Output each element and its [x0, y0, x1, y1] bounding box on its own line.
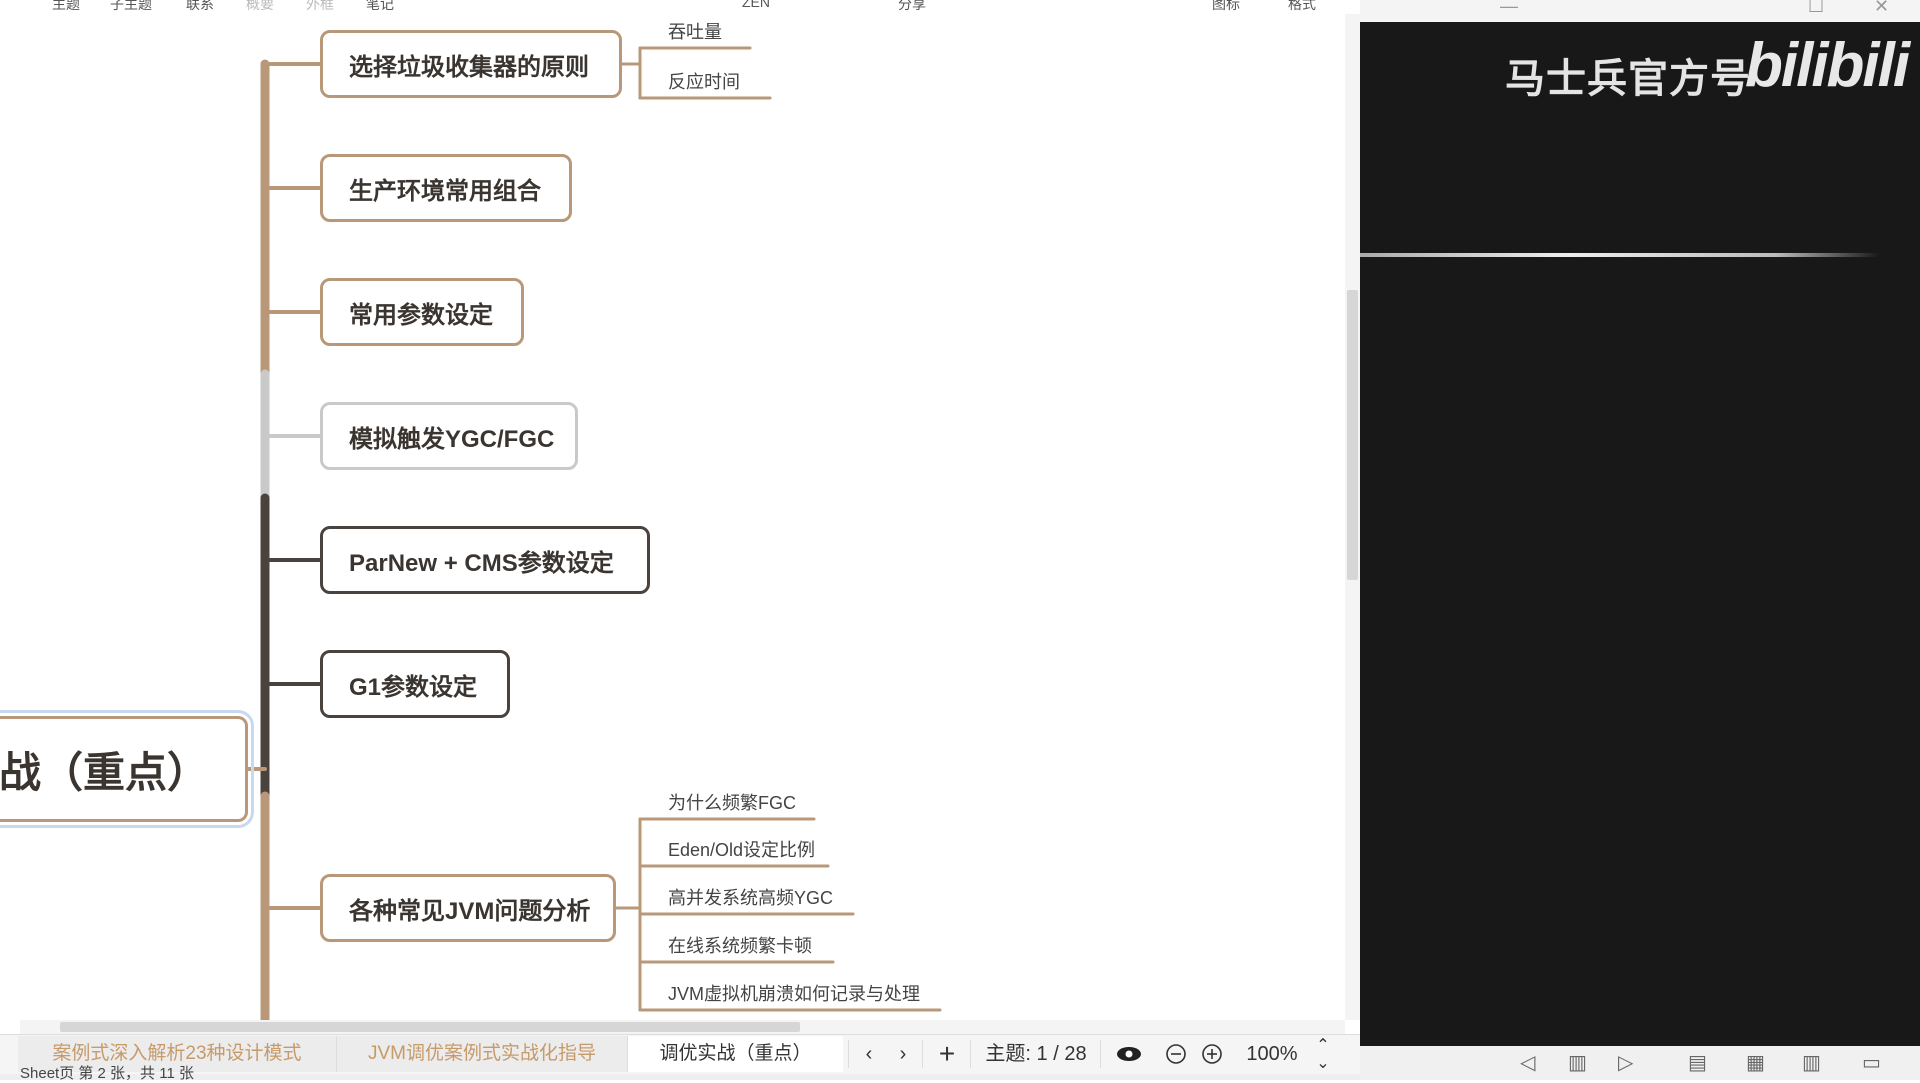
- chevron-left-icon[interactable]: ‹: [856, 1036, 882, 1072]
- page-view-icon[interactable]: ▤: [1688, 1050, 1707, 1075]
- maximize-icon[interactable]: ☐: [1808, 0, 1824, 17]
- subtopic-node[interactable]: 在线系统频繁卡顿: [668, 932, 812, 958]
- vertical-scroll-thumb[interactable]: [1347, 290, 1358, 580]
- subtopic-node[interactable]: 高并发系统高频YGC: [668, 884, 833, 910]
- prev-page-icon[interactable]: ◁: [1520, 1050, 1535, 1075]
- status-bar: [0, 1074, 1360, 1080]
- close-icon[interactable]: ✕: [1874, 0, 1889, 17]
- toolbar-item: 概要: [246, 0, 274, 12]
- toolbar-item[interactable]: ZEN: [742, 0, 770, 10]
- zoom-out-icon[interactable]: [1162, 1036, 1190, 1072]
- subtopic-node[interactable]: Eden/Old设定比例: [668, 836, 815, 862]
- toolbar-item[interactable]: 联系: [186, 0, 214, 14]
- eye-icon[interactable]: [1112, 1036, 1146, 1072]
- toolbar-item[interactable]: 笔记: [366, 0, 394, 14]
- toolbar-item[interactable]: 格式: [1288, 0, 1316, 14]
- subtopic-node[interactable]: 为什么频繁FGC: [668, 789, 796, 815]
- toolbar-item[interactable]: 图标: [1212, 0, 1240, 14]
- video-bottom-toolbar: [1360, 1046, 1920, 1080]
- zoom-level[interactable]: 100%: [1236, 1036, 1308, 1072]
- mindmap-canvas[interactable]: 战（重点） 选择垃圾收集器的原则 吞吐量反应时间生产环境常用组合 常用参数设定 模拟触…: [0, 14, 1345, 1020]
- next-page-icon[interactable]: ▷: [1618, 1050, 1633, 1075]
- toolbar: 主题 子主题 联系 概要 外框 笔记 ZEN 分享 图标 格式: [0, 0, 1360, 14]
- topic-node[interactable]: 各种常见JVM问题分析: [320, 874, 616, 942]
- mindmap-connectors: [246, 46, 942, 1020]
- toolbar-item: 外框: [306, 0, 334, 12]
- notebook-icon[interactable]: ▥: [1568, 1050, 1587, 1075]
- central-topic[interactable]: 战（重点）: [0, 710, 254, 828]
- topic-node[interactable]: G1参数设定: [320, 650, 510, 718]
- sheet-tab-active[interactable]: 调优实战（重点）: [628, 1036, 843, 1072]
- sheet-tab-2[interactable]: JVM调优案例式实战化指导: [337, 1036, 628, 1072]
- subtopic-node[interactable]: 吞吐量: [668, 18, 722, 44]
- reading-view-icon[interactable]: ▥: [1802, 1050, 1821, 1075]
- toolbar-item[interactable]: 主题: [52, 0, 80, 14]
- horizontal-scroll-thumb[interactable]: [60, 1022, 800, 1032]
- topic-node[interactable]: 生产环境常用组合: [320, 154, 572, 222]
- topic-node[interactable]: 常用参数设定: [320, 278, 524, 346]
- video-streak: [1360, 253, 1880, 257]
- video-pane: [1360, 0, 1920, 1080]
- topic-node[interactable]: 模拟触发YGC/FGC: [320, 402, 578, 470]
- chevron-right-icon[interactable]: ›: [890, 1036, 916, 1072]
- bilibili-logo: bilibili: [1745, 31, 1910, 100]
- slideshow-icon[interactable]: ▭: [1862, 1050, 1881, 1075]
- subtopic-node[interactable]: 反应时间: [668, 68, 740, 94]
- topic-node[interactable]: 选择垃圾收集器的原则: [320, 30, 622, 98]
- topic-node[interactable]: ParNew + CMS参数设定: [320, 526, 650, 594]
- subtopic-node[interactable]: JVM虚拟机崩溃如何记录与处理: [668, 980, 920, 1006]
- grid-view-icon[interactable]: ▦: [1746, 1050, 1765, 1075]
- minimize-icon[interactable]: —: [1500, 0, 1518, 17]
- zoom-in-icon[interactable]: [1198, 1036, 1226, 1072]
- add-sheet-button[interactable]: +: [930, 1036, 964, 1072]
- topic-counter: 主题: 1 / 28: [985, 1043, 1087, 1065]
- toolbar-item[interactable]: 子主题: [110, 0, 152, 14]
- window-titlebar: — ☐ ✕: [1360, 0, 1920, 22]
- toolbar-item[interactable]: 分享: [898, 0, 926, 14]
- brand-watermark: 马士兵官方号: [1505, 57, 1751, 101]
- zoom-stepper-icon[interactable]: ⌃ ⌄: [1310, 1036, 1336, 1073]
